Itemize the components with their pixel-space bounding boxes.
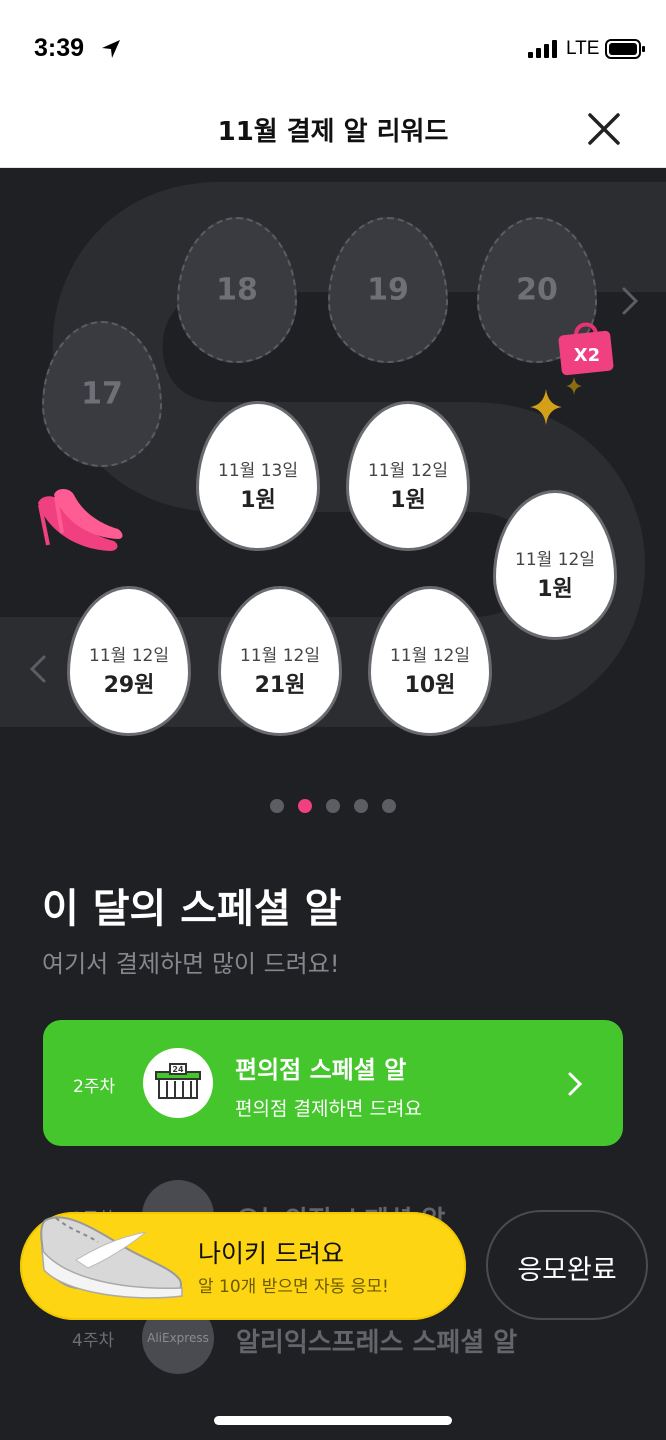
egg-amount: 1원	[240, 488, 276, 513]
chevron-left-icon[interactable]	[24, 651, 52, 687]
egg-date: 11월 13일	[218, 461, 298, 481]
svg-text:24: 24	[172, 1065, 184, 1074]
page-dot[interactable]	[382, 799, 396, 813]
section-title: 이 달의 스페셜 알	[42, 886, 342, 932]
egg-board: 17 18 19 20 11월 13일 1원 11월 12일 1원 11월 12…	[0, 167, 666, 767]
modal-header: 11월 결제 알 리워드	[0, 95, 666, 168]
egg-amount: 1원	[537, 577, 573, 602]
convenience-store-card[interactable]: 2주차 24 편의점 스페셜 알 편의점 결제하면 드려요	[43, 1020, 623, 1146]
entry-complete-button[interactable]: 응모완료	[486, 1210, 648, 1320]
egg-amount: 10원	[404, 673, 456, 698]
week-label: 4주차	[72, 1331, 115, 1351]
egg-amount: 1원	[390, 488, 426, 513]
promo-description: 알 10개 받으면 자동 응모!	[198, 1277, 389, 1297]
egg-date: 11월 12일	[240, 646, 320, 666]
egg-date: 11월 12일	[368, 461, 448, 481]
page-dot[interactable]	[326, 799, 340, 813]
card-title: 편의점 스페셜 알	[235, 1056, 407, 1084]
x2-shopping-bag-icon: X2	[558, 322, 614, 376]
chevron-right-icon[interactable]	[616, 283, 644, 319]
sparkle-icon	[530, 377, 582, 425]
location-arrow-icon	[102, 40, 120, 58]
egg-amount: 21원	[254, 673, 306, 698]
card-description: 편의점 결제하면 드려요	[235, 1098, 422, 1120]
signal-bars-icon	[528, 40, 557, 58]
convenience-store-icon: 24	[143, 1048, 213, 1118]
close-icon[interactable]	[584, 109, 624, 149]
sneaker-icon	[40, 1216, 183, 1299]
egg-date: 11월 12일	[89, 646, 169, 666]
chevron-right-icon	[568, 1072, 583, 1096]
week-label: 2주차	[73, 1077, 116, 1097]
egg-amount: 29원	[103, 673, 155, 698]
page-dot[interactable]	[354, 799, 368, 813]
egg-date: 11월 12일	[390, 646, 470, 666]
status-time: 3:39	[34, 34, 85, 62]
entry-complete-label: 응모완료	[517, 1255, 617, 1286]
page-indicator	[0, 798, 666, 814]
egg-date: 11월 12일	[515, 550, 595, 570]
svg-text:X2: X2	[574, 345, 600, 366]
row-label: 알리익스프레스 스페셜 알	[236, 1328, 518, 1358]
promo-title: 나이키 드려요	[198, 1239, 344, 1268]
section-subtitle: 여기서 결제하면 많이 드려요!	[42, 950, 340, 978]
page-title: 11월 결제 알 리워드	[217, 117, 449, 147]
home-indicator	[214, 1416, 452, 1425]
page-dot[interactable]	[270, 799, 284, 813]
status-bar: 3:39 LTE	[0, 0, 666, 95]
page-dot-active[interactable]	[298, 799, 312, 813]
network-label: LTE	[566, 38, 600, 59]
battery-icon	[605, 39, 645, 59]
high-heels-icon	[38, 489, 123, 551]
